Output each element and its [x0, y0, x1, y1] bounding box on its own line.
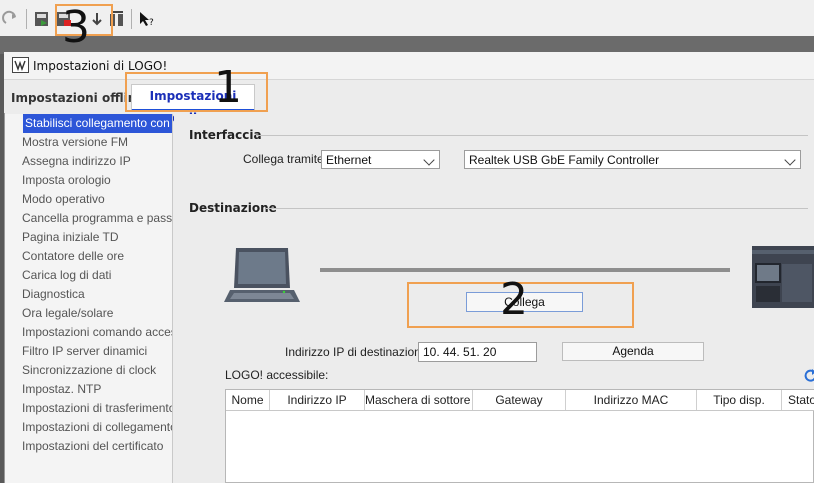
sidebar-item-ntp-settings[interactable]: Impostaz. NTP — [22, 380, 172, 399]
sidebar-item-load-data-log[interactable]: Carica log di dati — [22, 266, 172, 285]
sidebar-item-daylight-saving[interactable]: Ora legale/solare — [22, 304, 172, 323]
destination-ip-label: Indirizzo IP di destinazione: — [285, 345, 431, 359]
table-header: Nome Indirizzo IP Maschera di sottore… G… — [226, 390, 814, 411]
redo-icon[interactable] — [2, 10, 20, 28]
annotation-box-1 — [125, 72, 268, 112]
sidebar-item-hour-counter[interactable]: Contatore delle ore — [22, 247, 172, 266]
section-divider — [256, 135, 808, 136]
sidebar-item-connection-settings[interactable]: Impostazioni di collegamento a — [22, 418, 172, 437]
connect-via-label: Collega tramite: — [243, 152, 328, 166]
window-title: Impostazioni di LOGO! — [33, 59, 168, 73]
connection-type-select[interactable]: Ethernet — [321, 150, 440, 169]
sidebar-item-td-start-page[interactable]: Pagina iniziale TD — [22, 228, 172, 247]
annotation-number-2: 2 — [500, 274, 528, 325]
chevron-down-icon — [423, 154, 435, 166]
column-header-mac[interactable]: Indirizzo MAC — [566, 390, 697, 410]
column-header-gateway[interactable]: Gateway — [473, 390, 566, 410]
network-adapter-value: Realtek USB GbE Family Controller — [469, 153, 660, 167]
sidebar-item-set-clock[interactable]: Imposta orologio — [22, 171, 172, 190]
network-adapter-select[interactable]: Realtek USB GbE Family Controller — [464, 150, 801, 169]
destination-section-title: Destinazione — [189, 201, 277, 215]
chevron-down-icon — [784, 154, 796, 166]
column-header-status[interactable]: Stato — [782, 390, 814, 410]
connection-type-value: Ethernet — [326, 153, 372, 167]
download-to-device-icon[interactable] — [33, 10, 51, 28]
interface-section-title: Interfaccia — [189, 128, 262, 142]
accessible-logo-label: LOGO! accessibile: — [225, 368, 329, 382]
annotation-number-1: 1 — [214, 62, 242, 113]
pc-icon — [224, 248, 300, 302]
sidebar-item-operating-mode[interactable]: Modo operativo — [22, 190, 172, 209]
sidebar: Stabilisci collegamento con LOGO! Mostra… — [5, 114, 173, 483]
sidebar-item-show-fm-version[interactable]: Mostra versione FM — [22, 133, 172, 152]
main-toolbar: ? — [0, 0, 814, 37]
help-pointer-icon[interactable]: ? — [138, 10, 156, 28]
logo-app-icon — [12, 57, 29, 73]
accessible-devices-table: Nome Indirizzo IP Maschera di sottore… G… — [225, 389, 814, 483]
column-header-device-type[interactable]: Tipo disp. — [697, 390, 782, 410]
connection-line — [320, 268, 730, 272]
refresh-icon[interactable] — [804, 369, 814, 383]
sidebar-item-access-control[interactable]: Impostazioni comando accesso — [22, 323, 172, 342]
logo-device-icon — [752, 246, 814, 308]
column-header-name[interactable]: Nome — [226, 390, 270, 410]
svg-text:?: ? — [149, 18, 154, 28]
sidebar-item-clock-sync[interactable]: Sincronizzazione di clock — [22, 361, 172, 380]
sidebar-item-diagnostics[interactable]: Diagnostica — [22, 285, 172, 304]
destination-ip-input[interactable]: 10. 44. 51. 20 — [418, 342, 537, 362]
agenda-button[interactable]: Agenda — [562, 342, 704, 361]
sidebar-item-delete-program[interactable]: Cancella programma e password — [22, 209, 172, 228]
sidebar-item-certificate-settings[interactable]: Impostazioni del certificato — [22, 437, 172, 456]
sidebar-item-assign-ip[interactable]: Assegna indirizzo IP — [22, 152, 172, 171]
annotation-number-3: 3 — [62, 2, 90, 53]
sidebar-item-connect[interactable]: Stabilisci collegamento con LOGO! — [23, 114, 172, 133]
sidebar-item-transfer-settings[interactable]: Impostazioni di trasferimento d — [22, 399, 172, 418]
column-header-subnet[interactable]: Maschera di sottore… — [365, 390, 473, 410]
column-header-ip[interactable]: Indirizzo IP — [270, 390, 365, 410]
sidebar-item-dynamic-ip-filter[interactable]: Filtro IP server dinamici — [22, 342, 172, 361]
section-divider — [266, 208, 808, 209]
